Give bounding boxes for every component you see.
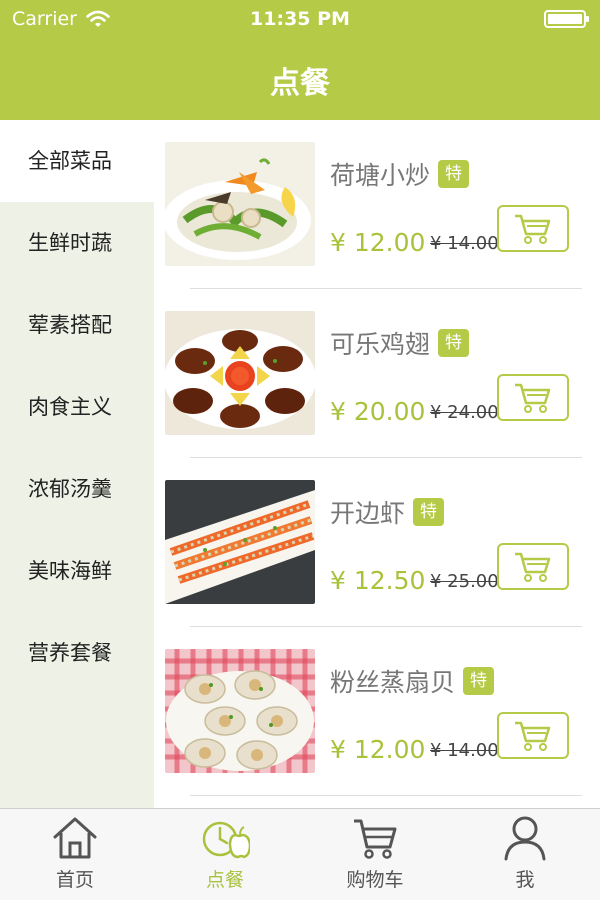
tab-cart[interactable]: 购物车 — [300, 809, 450, 900]
tab-me[interactable]: 我 — [450, 809, 600, 900]
clock-apple-icon — [202, 821, 250, 859]
sidebar-item-fresh-vegetables[interactable]: 生鲜时蔬 — [0, 202, 154, 284]
add-to-cart-button[interactable] — [497, 374, 569, 421]
list-item[interactable]: 荷塘小炒 特 ¥ 12.00 ¥ 14.00 — [154, 120, 600, 289]
product-name-text: 荷塘小炒 — [330, 161, 431, 190]
page-title: 点餐 — [270, 66, 330, 101]
sidebar-item-set-meal[interactable]: 营养套餐 — [0, 612, 154, 694]
cart-icon — [515, 552, 551, 582]
product-image — [165, 142, 315, 266]
add-to-cart-button[interactable] — [497, 712, 569, 759]
product-old-price: ¥ 24.00 — [430, 402, 499, 423]
battery-icon — [544, 10, 589, 28]
sidebar-item-soup[interactable]: 浓郁汤羹 — [0, 448, 154, 530]
nav-header: Carrier 11:35 PM 点餐 — [0, 0, 600, 120]
product-name: 粉丝蒸扇贝 特 — [330, 663, 495, 699]
sidebar-item-all[interactable]: 全部菜品 — [0, 120, 154, 202]
list-item[interactable]: 粉丝蒸扇贝 特 ¥ 12.00 ¥ 14.00 — [154, 627, 600, 796]
product-image — [165, 480, 315, 604]
user-icon — [504, 816, 546, 861]
tab-label: 我 — [515, 869, 535, 891]
product-name-text: 开边虾 — [330, 499, 406, 528]
special-badge: 特 — [413, 498, 445, 526]
product-list: 荷塘小炒 特 ¥ 12.00 ¥ 14.00 可乐鸡翅 特 ¥ 20.00 ¥ … — [154, 120, 600, 808]
product-old-price: ¥ 25.00 — [430, 571, 499, 592]
cart-icon — [515, 383, 551, 413]
list-item[interactable]: 开边虾 特 ¥ 12.50 ¥ 25.00 — [154, 458, 600, 627]
product-price: ¥ 20.00 — [330, 397, 426, 426]
cart-icon — [515, 214, 551, 244]
sidebar-item-mixed[interactable]: 荤素搭配 — [0, 284, 154, 366]
product-old-price: ¥ 14.00 — [430, 740, 499, 761]
divider — [190, 795, 582, 796]
add-to-cart-button[interactable] — [497, 543, 569, 590]
product-price: ¥ 12.00 — [330, 228, 426, 257]
product-name-text: 粉丝蒸扇贝 — [330, 668, 456, 697]
product-name-text: 可乐鸡翅 — [330, 330, 431, 359]
product-price: ¥ 12.50 — [330, 566, 426, 595]
cart-icon — [515, 721, 551, 751]
product-name: 可乐鸡翅 特 — [330, 325, 470, 361]
tab-home[interactable]: 首页 — [0, 809, 150, 900]
sidebar-item-seafood[interactable]: 美味海鲜 — [0, 530, 154, 612]
tab-label: 首页 — [55, 869, 94, 891]
special-badge: 特 — [438, 329, 470, 357]
tab-order[interactable]: 点餐 — [150, 809, 300, 900]
tab-label: 购物车 — [346, 869, 404, 891]
product-price: ¥ 12.00 — [330, 735, 426, 764]
list-item[interactable]: 可乐鸡翅 特 ¥ 20.00 ¥ 24.00 — [154, 289, 600, 458]
tab-bar: 首页 点餐 购物车 我 — [0, 808, 600, 900]
product-old-price: ¥ 14.00 — [430, 233, 499, 254]
sidebar-item-meat[interactable]: 肉食主义 — [0, 366, 154, 448]
product-name: 开边虾 特 — [330, 494, 445, 530]
product-image — [165, 649, 315, 773]
product-name: 荷塘小炒 特 — [330, 156, 470, 192]
status-time: 11:35 PM — [250, 8, 350, 30]
tab-label: 点餐 — [205, 869, 244, 891]
product-image — [165, 311, 315, 435]
special-badge: 特 — [438, 160, 470, 188]
category-sidebar: 全部菜品 生鲜时蔬 荤素搭配 肉食主义 浓郁汤羹 美味海鲜 营养套餐 — [0, 120, 154, 808]
add-to-cart-button[interactable] — [497, 205, 569, 252]
special-badge: 特 — [463, 667, 495, 695]
status-bar: Carrier 11:35 PM — [0, 0, 600, 40]
home-icon — [53, 817, 97, 859]
cart-icon — [354, 819, 397, 859]
